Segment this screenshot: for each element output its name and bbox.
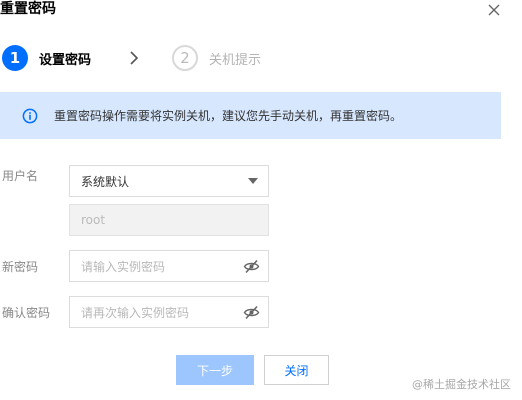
username-select[interactable]: 系统默认 [69,165,269,197]
eye-off-icon[interactable] [243,259,260,274]
step-label: 设置密码 [39,52,92,68]
info-banner: 重置密码操作需要将实例关机，建议您先手动关机，再重置密码。 [0,92,501,139]
step-set-password: 1 设置密码 [2,44,91,72]
username-select-value: 系统默认 [81,174,130,189]
new-password-field[interactable]: 请输入实例密码 [69,250,269,282]
step-shutdown-tip: 2 关机提示 [172,44,261,72]
next-step-button[interactable]: 下一步 [176,355,254,385]
step-number: 2 [172,45,198,71]
new-password-placeholder: 请输入实例密码 [81,259,166,274]
caret-down-icon [248,178,258,184]
new-password-label: 新密码 [2,260,39,274]
username-label: 用户名 [2,169,39,183]
step-number: 1 [2,45,28,71]
reset-password-dialog: 重置密码 1 设置密码 2 关机提示 重置密码操作需要将实例关机，建议您先手动关… [0,0,522,400]
dialog-title: 重置密码 [0,1,56,17]
watermark: @稀土掘金技术社区 [412,378,511,391]
confirm-password-placeholder: 请再次输入实例密码 [81,305,190,320]
chevron-right-icon [127,50,141,66]
confirm-password-field[interactable]: 请再次输入实例密码 [69,296,269,328]
banner-text: 重置密码操作需要将实例关机，建议您先手动关机，再重置密码。 [54,109,403,123]
info-icon [22,108,38,124]
eye-off-icon[interactable] [243,305,260,320]
username-value: root [81,213,106,227]
confirm-password-label: 确认密码 [2,306,51,320]
username-value-field: root [69,204,269,236]
close-button[interactable]: 关闭 [264,355,329,385]
close-icon[interactable] [486,2,502,18]
step-label: 关机提示 [209,52,262,68]
